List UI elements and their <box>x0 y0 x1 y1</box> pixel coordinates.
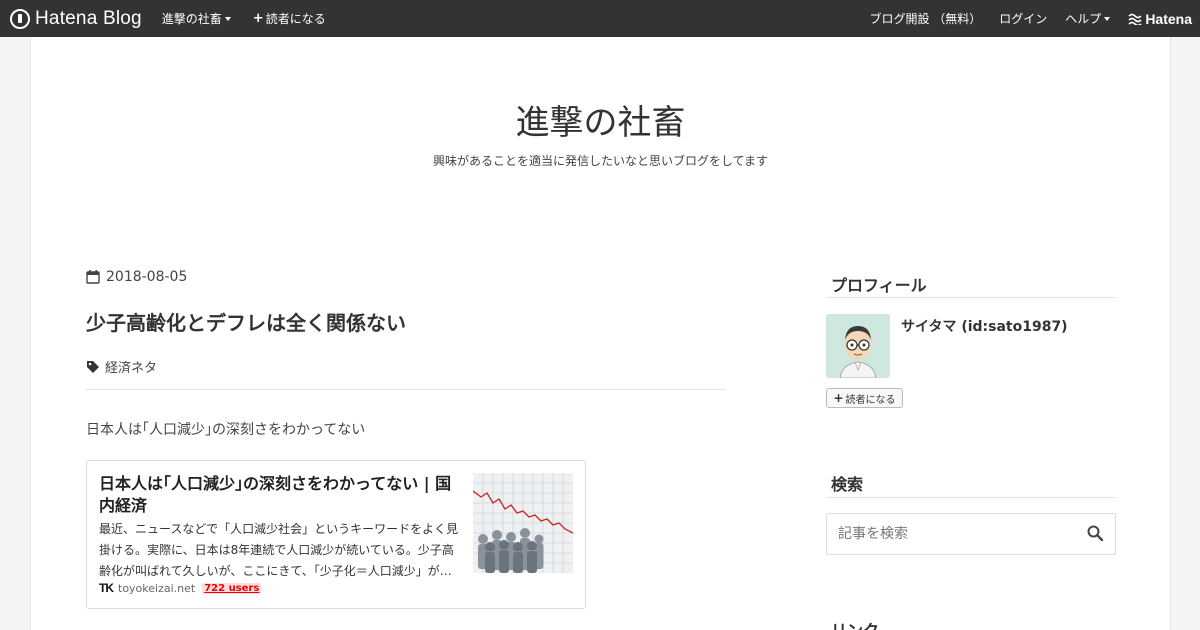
bookmark-users-badge[interactable]: 722 users <box>202 582 262 594</box>
tag-icon <box>87 360 99 373</box>
hatena-blog-logo-icon <box>10 8 30 29</box>
sidebar-follow-button[interactable]: + 読者になる <box>826 388 903 408</box>
search-heading-divider <box>826 497 1116 498</box>
hatena-wave-icon <box>1128 13 1142 25</box>
header-right: ブログ開設 （無料） ログイン ヘルプ Hatena <box>851 0 1192 37</box>
links-heading: リンク <box>831 617 879 630</box>
entry-category[interactable]: 経済ネタ <box>86 357 157 376</box>
embed-thumbnail[interactable] <box>473 473 573 573</box>
embed-title[interactable]: 日本人は｢人口減少｣の深刻さをわかってない | 国内経済 <box>99 473 459 517</box>
entry-date[interactable]: 2018-08-05 <box>86 269 187 285</box>
embed-description: 最近、ニュースなどで「人口減少社会」というキーワードをよく見掛ける。実際に、日本… <box>99 522 459 578</box>
sidebar-follow-label: 読者になる <box>845 394 896 406</box>
header-left: Hatena Blog 進撃の社畜 + 読者になる <box>0 0 326 37</box>
hatena-blog-logo[interactable]: Hatena Blog <box>10 8 142 30</box>
avatar[interactable] <box>826 314 890 378</box>
blog-title[interactable]: 進撃の社畜 <box>31 95 1170 144</box>
profile-heading-divider <box>826 297 1116 298</box>
toyokeizai-logo: TK <box>99 581 114 595</box>
caret-down-icon <box>224 16 231 21</box>
search-heading: 検索 <box>831 475 864 494</box>
logo-text: Hatena Blog <box>35 7 142 29</box>
hatena-label: Hatena <box>1145 10 1192 27</box>
entry-date-text: 2018-08-05 <box>106 269 188 285</box>
help-menu-dropdown[interactable]: ヘルプ <box>1065 10 1111 27</box>
global-header: Hatena Blog 進撃の社畜 + 読者になる ブログ開設 （無料） ログイ… <box>0 0 1200 37</box>
help-label: ヘルプ <box>1065 12 1102 26</box>
caret-down-icon <box>1104 16 1111 21</box>
entry-title[interactable]: 少子高齢化とデフレは全く関係ない <box>86 307 406 336</box>
blog-menu-label: 進撃の社畜 <box>161 12 222 26</box>
profile-name[interactable]: サイタマ (id:sato1987) <box>901 316 1068 336</box>
avatar-illustration <box>826 314 890 378</box>
blog-menu-dropdown[interactable]: 進撃の社畜 <box>162 10 231 27</box>
entry-intro-text: 日本人は｢人口減少｣の深刻さをわかってない <box>86 422 366 438</box>
profile-heading: プロフィール <box>831 276 927 295</box>
blog-container: 進撃の社畜 興味があることを適当に発信したいなと思いブログをしてます 2018-… <box>30 37 1171 630</box>
population-chart-thumbnail <box>473 473 573 573</box>
divider <box>86 389 726 390</box>
category-label: 経済ネタ <box>105 361 158 376</box>
open-blog-link[interactable]: ブログ開設 （無料） <box>869 10 981 27</box>
embedded-article-card[interactable]: 日本人は｢人口減少｣の深刻さをわかってない | 国内経済 最近、ニュースなどで「… <box>86 460 586 609</box>
search-box <box>826 513 1116 555</box>
search-icon[interactable] <box>1087 525 1103 541</box>
header-follow-label: 読者になる <box>265 12 326 26</box>
embed-source: TK toyokeizai.net 722 users <box>99 581 262 595</box>
embed-domain[interactable]: toyokeizai.net <box>118 582 195 595</box>
plus-icon: + <box>833 391 844 405</box>
blog-description: 興味があることを適当に発信したいなと思いブログをしてます <box>432 154 769 168</box>
header-follow-button[interactable]: + 読者になる <box>253 10 326 27</box>
plus-icon: + <box>252 11 264 26</box>
hatena-logo[interactable]: Hatena <box>1128 11 1192 27</box>
search-input[interactable] <box>827 514 1077 554</box>
calendar-icon <box>86 270 100 284</box>
login-link[interactable]: ログイン <box>999 10 1047 27</box>
